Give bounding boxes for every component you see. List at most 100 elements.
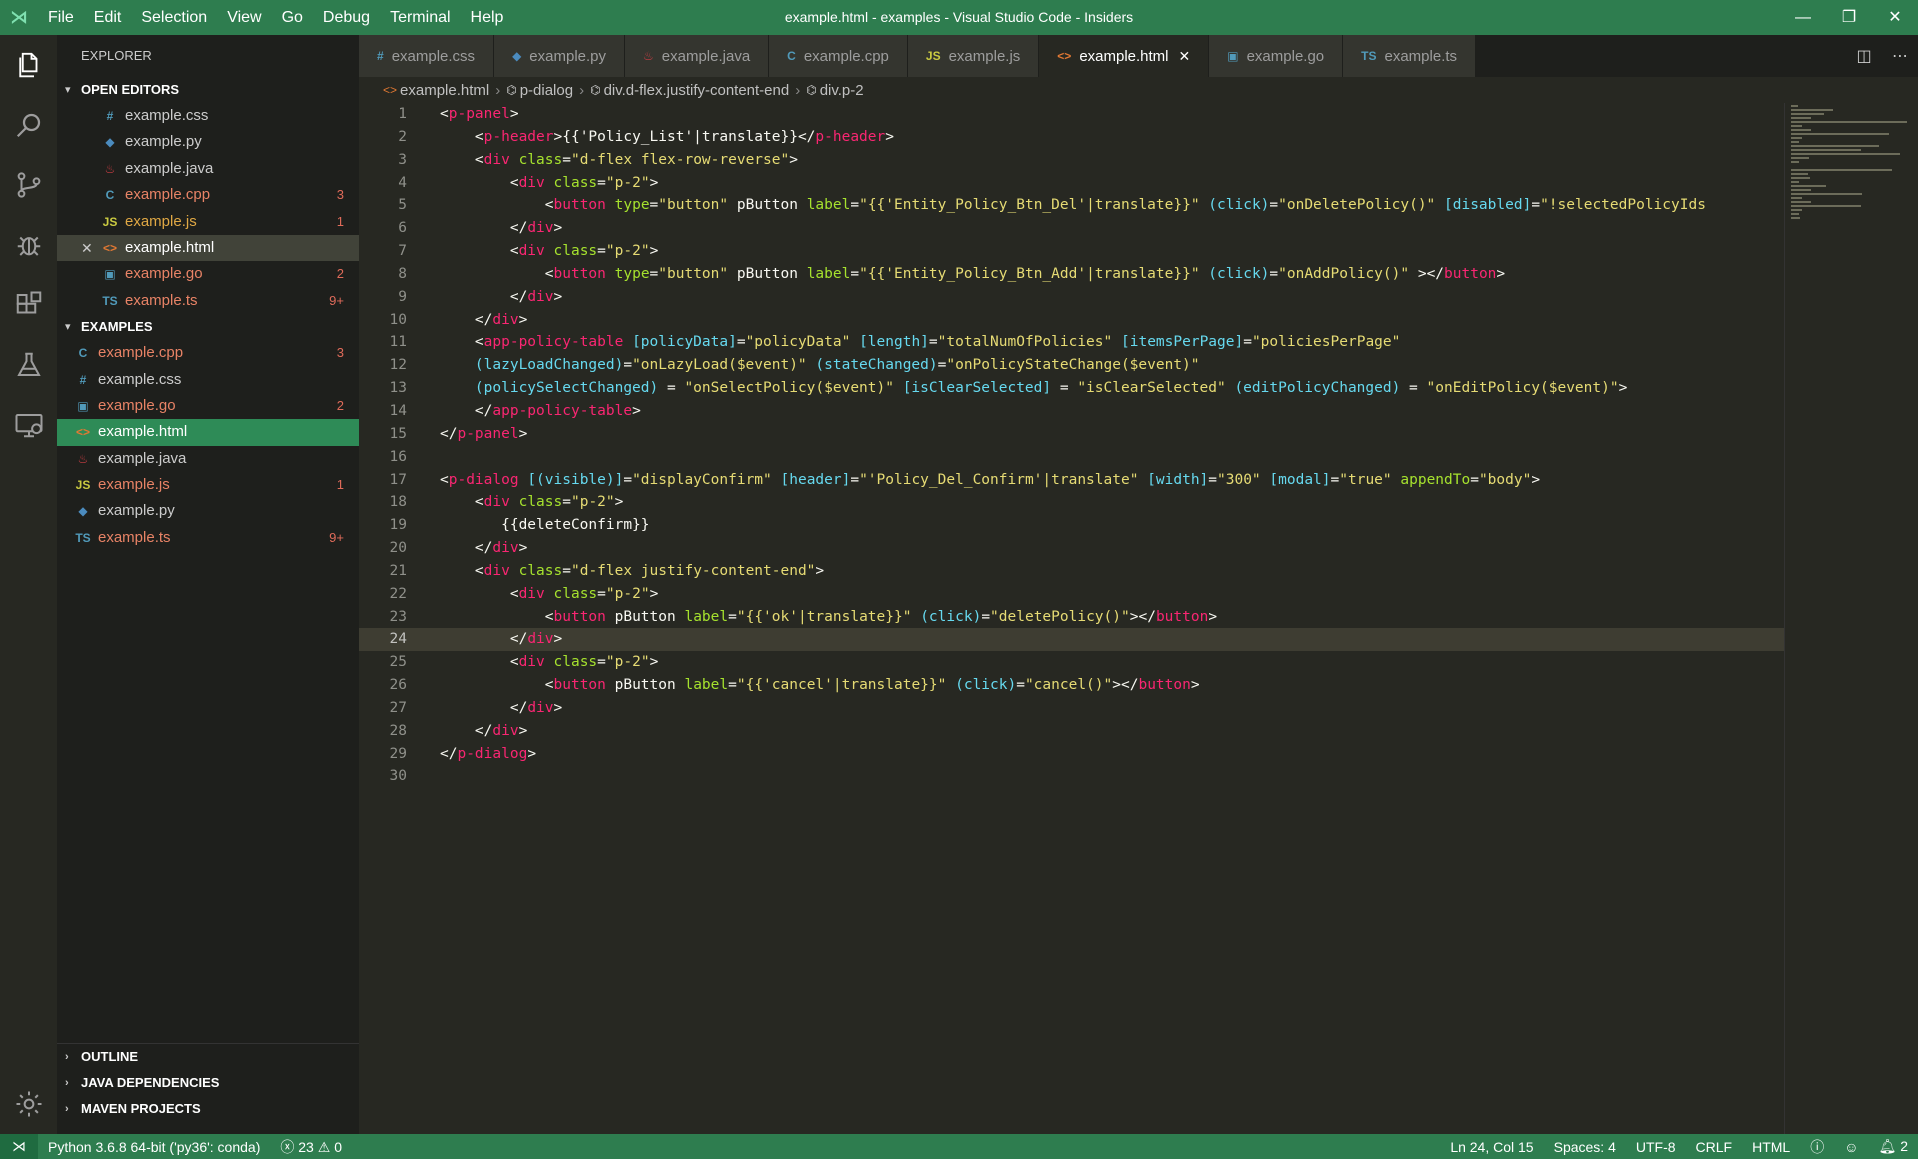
- split-editor-icon[interactable]: ◫: [1846, 46, 1882, 66]
- editor-tabs: # example.css ◆ example.py ♨ example.java Cexa…: [359, 35, 1918, 77]
- menu-help[interactable]: Help: [461, 0, 514, 35]
- close-tab-icon[interactable]: ✕: [1179, 48, 1191, 65]
- explorer-file-item[interactable]: <> example.html: [57, 419, 359, 446]
- section-outline[interactable]: › OUTLINE: [57, 1044, 359, 1070]
- close-window-icon[interactable]: ✕: [1872, 0, 1918, 35]
- problems-indicator[interactable]: ⓧ 23 ⚠ 0: [270, 1137, 352, 1157]
- tab-example-html[interactable]: <> example.html ✕: [1039, 35, 1210, 77]
- tab-label: example.js: [948, 47, 1021, 65]
- menu-view[interactable]: View: [217, 0, 271, 35]
- menu-debug[interactable]: Debug: [313, 0, 380, 35]
- explorer-file-item[interactable]: JS example.js 1: [57, 472, 359, 498]
- problem-badge: 1: [336, 213, 344, 229]
- line-number: 3: [398, 151, 407, 168]
- open-editor-item[interactable]: ✕ <> example.html: [57, 234, 359, 262]
- end-of-line[interactable]: CRLF: [1686, 1139, 1743, 1155]
- chevron-right-icon: ›: [495, 81, 501, 99]
- search-icon[interactable]: [0, 95, 57, 155]
- open-editor-item[interactable]: # example.css: [57, 103, 359, 129]
- section-maven-projects[interactable]: › MAVEN PROJECTS: [57, 1096, 359, 1122]
- notifications[interactable]: 🔔︎ 2: [1869, 1138, 1918, 1155]
- breadcrumb-item[interactable]: p-dialog: [520, 82, 573, 99]
- source-control-icon[interactable]: [0, 155, 57, 215]
- open-editors-header[interactable]: ▾ OPEN EDITORS: [57, 77, 359, 103]
- tab-example-cpp[interactable]: Cexample.cpp: [769, 35, 908, 77]
- tab-example-java[interactable]: ♨ example.java: [625, 35, 770, 77]
- tab-example-js[interactable]: JS example.js: [907, 35, 1040, 77]
- remote-indicator-icon[interactable]: ⋊: [0, 1134, 38, 1159]
- debug-icon[interactable]: [0, 215, 57, 275]
- tab-example-py[interactable]: ◆ example.py: [494, 35, 626, 77]
- open-editor-item[interactable]: TS example.ts 9+: [57, 288, 359, 314]
- tab-example-go[interactable]: ▣ example.go: [1209, 35, 1344, 77]
- explorer-file-item[interactable]: ◆ example.py: [57, 498, 359, 524]
- restore-icon[interactable]: ❐: [1826, 0, 1872, 35]
- line-text: <div class="p-2">: [509, 585, 659, 602]
- breadcrumb-item[interactable]: div.p-2: [820, 82, 864, 99]
- explorer-icon[interactable]: [0, 35, 57, 95]
- problem-badge: 3: [336, 187, 344, 203]
- examples-header[interactable]: ▾ EXAMPLES: [57, 314, 359, 340]
- open-editor-item[interactable]: ▣ example.go 2: [57, 261, 359, 287]
- explorer-file-item[interactable]: ♨ example.java: [57, 446, 359, 472]
- explorer-file-item[interactable]: Cexample.cpp 3: [57, 340, 359, 366]
- file-type-icon: #: [79, 372, 87, 387]
- line-number: 6: [398, 220, 407, 237]
- line-text: </div>: [474, 722, 528, 739]
- line-number: 2: [398, 128, 407, 145]
- menu-terminal[interactable]: Terminal: [380, 0, 460, 35]
- breadcrumb-item[interactable]: example.html: [400, 82, 489, 99]
- chevron-right-icon: ›: [795, 81, 801, 99]
- open-editor-item[interactable]: ♨ example.java: [57, 156, 359, 182]
- title-bar: ⋊ File Edit Selection View Go Debug Terminal He…: [0, 0, 1918, 35]
- line-text: </div>: [474, 311, 528, 328]
- more-actions-icon[interactable]: ⋯: [1882, 46, 1918, 66]
- file-name: example.html: [98, 423, 188, 441]
- breadcrumb-item[interactable]: div.d-flex.justify-content-end: [604, 82, 790, 99]
- file-name: example.go: [125, 265, 203, 283]
- explorer-file-item[interactable]: ▣ example.go 2: [57, 393, 359, 419]
- extensions-icon[interactable]: [0, 275, 57, 335]
- python-interpreter[interactable]: Python 3.6.8 64-bit ('py36': conda): [38, 1139, 270, 1155]
- encoding[interactable]: UTF-8: [1626, 1139, 1686, 1155]
- section-java-dependencies[interactable]: › JAVA DEPENDENCIES: [57, 1070, 359, 1096]
- line-text: </app-policy-table>: [474, 402, 641, 419]
- info-icon[interactable]: ⓘ: [1800, 1137, 1834, 1157]
- line-text: </div>: [474, 540, 528, 557]
- explorer-file-item[interactable]: TS example.ts 9+: [57, 525, 359, 551]
- close-editor-icon[interactable]: ✕: [81, 235, 93, 261]
- line-number: 7: [398, 243, 407, 260]
- settings-gear-icon[interactable]: [0, 1074, 57, 1134]
- language-mode[interactable]: HTML: [1742, 1139, 1800, 1155]
- open-editor-item[interactable]: Cexample.cpp 3: [57, 182, 359, 208]
- code-line: 29 </p-dialog>: [359, 743, 1784, 766]
- feedback-smiley-icon[interactable]: ☺: [1834, 1139, 1868, 1155]
- minimap-line: [1791, 125, 1803, 127]
- cursor-position[interactable]: Ln 24, Col 15: [1440, 1139, 1543, 1155]
- code-line: 13 (policySelectChanged) = "onSelectPoli…: [359, 377, 1784, 400]
- minimap[interactable]: [1784, 103, 1918, 1134]
- menu-selection[interactable]: Selection: [131, 0, 217, 35]
- file-type-icon: ◆: [105, 135, 115, 150]
- explorer-file-item[interactable]: # example.css: [57, 367, 359, 393]
- menu-bar: File Edit Selection View Go Debug Terminal Help: [38, 0, 513, 35]
- remote-explorer-icon[interactable]: [0, 395, 57, 455]
- tab-example-css[interactable]: # example.css: [359, 35, 495, 77]
- file-type-icon: #: [106, 109, 114, 123]
- examples-file-list: Cexample.cpp 3 # example.css ▣ example.go 2 <> e…: [57, 340, 359, 551]
- file-type-icon: ▣: [77, 398, 89, 413]
- tab-example-ts[interactable]: TS example.ts: [1343, 35, 1477, 77]
- indentation[interactable]: Spaces: 4: [1544, 1139, 1626, 1155]
- code-editor[interactable]: 1 <p-panel> 2 <p-header>{{'Policy_List'|tr…: [359, 103, 1784, 1134]
- file-type-icon: C: [787, 49, 796, 63]
- open-editor-item[interactable]: JS example.js 1: [57, 209, 359, 235]
- minimize-icon[interactable]: —: [1780, 0, 1826, 35]
- menu-go[interactable]: Go: [272, 0, 313, 35]
- menu-edit[interactable]: Edit: [84, 0, 132, 35]
- file-name: example.java: [125, 159, 214, 177]
- code-line: 15 </p-panel>: [359, 423, 1784, 446]
- test-flask-icon[interactable]: [0, 335, 57, 395]
- open-editor-item[interactable]: ◆ example.py: [57, 129, 359, 155]
- file-type-icon: JS: [925, 49, 941, 63]
- menu-file[interactable]: File: [38, 0, 84, 35]
